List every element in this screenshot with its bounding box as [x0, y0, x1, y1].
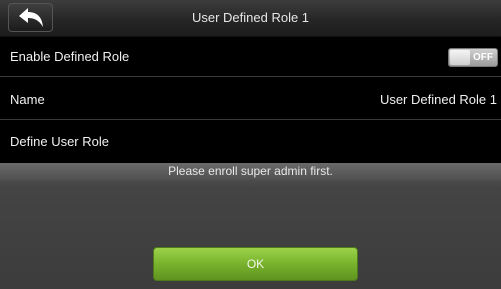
- dialog-message: Please enroll super admin first.: [0, 163, 501, 180]
- ok-button[interactable]: OK: [153, 247, 358, 281]
- header-bar: User Defined Role 1: [0, 0, 501, 37]
- enable-role-toggle[interactable]: OFF: [448, 48, 498, 67]
- back-button[interactable]: [8, 3, 53, 32]
- row-value-name: User Defined Role 1: [379, 92, 497, 107]
- row-name[interactable]: Name User Defined Role 1: [0, 80, 501, 120]
- row-label-define-role: Define User Role: [10, 134, 109, 149]
- alert-dialog: Please enroll super admin first. OK: [0, 163, 501, 289]
- row-label-name: Name: [10, 92, 45, 107]
- page-title: User Defined Role 1: [191, 10, 310, 25]
- row-label-enable: Enable Defined Role: [10, 49, 130, 64]
- toggle-state-label: OFF: [473, 52, 493, 63]
- row-enable-defined-role[interactable]: Enable Defined Role OFF: [0, 37, 501, 77]
- toggle-knob: [450, 50, 470, 65]
- row-define-user-role[interactable]: Define User Role: [0, 122, 501, 162]
